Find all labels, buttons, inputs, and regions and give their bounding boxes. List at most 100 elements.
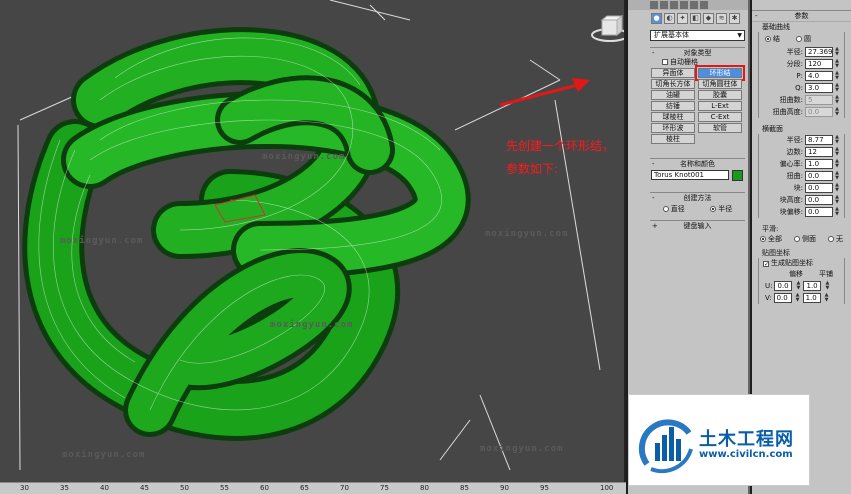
lump-offset-spinner[interactable]: 0.0: [805, 207, 833, 217]
annotation-text: 先创建一个环形结，参数如下:: [506, 139, 615, 176]
segments-spinner[interactable]: 120: [805, 59, 833, 69]
motion-tab-icon[interactable]: [680, 1, 688, 9]
circle-radio[interactable]: 圆: [796, 34, 811, 44]
torus-knot-button[interactable]: 环形结: [695, 65, 745, 81]
smooth-all-radio[interactable]: 全部: [760, 234, 782, 244]
smooth-sides-radio[interactable]: 侧面: [794, 234, 816, 244]
ruler-tick: 90: [500, 484, 509, 492]
base-radius-spinner[interactable]: 27.369: [805, 47, 833, 57]
geometry-icon[interactable]: ●: [651, 13, 662, 24]
q-spinner[interactable]: 3.0: [805, 83, 833, 93]
spinner-arrows-icon[interactable]: ▲ ▼: [834, 95, 840, 105]
collapse-icon: -: [652, 49, 655, 57]
diameter-radio[interactable]: 直径: [662, 204, 685, 214]
auto-grid-checkbox[interactable]: 自动栅格: [650, 57, 745, 67]
eccentricity-spinner[interactable]: 1.0: [805, 159, 833, 169]
chamfer-cyl-button[interactable]: 切角圆柱体: [698, 79, 742, 89]
l-ext-button[interactable]: L-Ext: [698, 101, 742, 111]
smooth-none-radio[interactable]: 无: [828, 234, 843, 244]
oil-tank-button[interactable]: 油罐: [651, 90, 695, 100]
ruler-tick: 55: [220, 484, 229, 492]
spinner-arrows-icon[interactable]: ▲ ▼: [834, 195, 840, 205]
spinner-arrows-icon[interactable]: ▲ ▼: [795, 293, 801, 303]
site-logo: 土木工程网 www.civilcn.com: [628, 394, 810, 486]
u-tiling-spinner[interactable]: 1.0: [803, 281, 822, 291]
base-curve-title: 基础曲线: [762, 23, 790, 31]
hedra-button[interactable]: 异面体: [651, 68, 695, 78]
viewcube-icon: [591, 14, 624, 42]
lump-height-spinner[interactable]: 0.0: [805, 195, 833, 205]
timeline-ruler[interactable]: 30 35 40 45 50 55 60 65 70 75 80 85 90 9…: [0, 482, 626, 494]
section-radius-spinner[interactable]: 8.77: [805, 135, 833, 145]
spinner-arrows-icon[interactable]: ▲ ▼: [834, 47, 840, 57]
creation-method-header[interactable]: - 创建方法: [650, 192, 745, 202]
object-color-swatch[interactable]: [732, 170, 743, 181]
shapes-icon[interactable]: ◐: [664, 13, 675, 24]
ruler-tick: 40: [100, 484, 109, 492]
spinner-arrows-icon[interactable]: ▲ ▼: [834, 171, 840, 181]
ruler-tick: 60: [260, 484, 269, 492]
capsule-button[interactable]: 胶囊: [698, 90, 742, 100]
smooth-title: 平滑:: [762, 225, 779, 233]
warp-height-spinner[interactable]: 0.0: [805, 107, 833, 117]
chamfer-box-button[interactable]: 切角长方体: [651, 79, 695, 89]
spindle-button[interactable]: 纺锤: [651, 101, 695, 111]
ringwave-button[interactable]: 环形波: [651, 123, 695, 133]
checkbox-icon: ✓: [763, 261, 770, 268]
spacewarps-icon[interactable]: ≋: [716, 13, 727, 24]
tiling-label: 平铺: [819, 270, 833, 278]
spinner-arrows-icon[interactable]: ▲ ▼: [834, 59, 840, 69]
generate-mapping-checkbox[interactable]: ✓ 生成贴图坐标: [759, 258, 844, 268]
hose-button[interactable]: 软管: [698, 123, 742, 133]
c-ext-button[interactable]: C-Ext: [698, 112, 742, 122]
utilities-tab-icon[interactable]: [700, 1, 708, 9]
spinner-arrows-icon[interactable]: ▲ ▼: [834, 71, 840, 81]
twist-spinner[interactable]: 0.0: [805, 171, 833, 181]
spinner-arrows-icon[interactable]: ▲ ▼: [834, 159, 840, 169]
spinner-arrows-icon[interactable]: ▲ ▼: [834, 183, 840, 193]
spinner-arrows-icon[interactable]: ▲ ▼: [834, 135, 840, 145]
v-tiling-spinner[interactable]: 1.0: [802, 293, 821, 303]
ruler-tick: 35: [60, 484, 69, 492]
warp-count-spinner[interactable]: 5: [805, 95, 833, 105]
keyboard-entry-header[interactable]: + 键盘输入: [650, 220, 745, 230]
radius-radio[interactable]: 半径: [710, 204, 732, 214]
object-name-input[interactable]: Torus Knot001: [651, 170, 729, 180]
radio-icon: [794, 236, 800, 242]
knot-radio[interactable]: 结: [765, 34, 780, 44]
create-tab-icon[interactable]: [650, 1, 658, 9]
spinner-arrows-icon[interactable]: ▲ ▼: [834, 83, 840, 93]
hierarchy-tab-icon[interactable]: [670, 1, 678, 9]
sides-spinner[interactable]: 12: [805, 147, 833, 157]
prism-button[interactable]: 棱柱: [651, 134, 695, 144]
name-color-header[interactable]: - 名称和颜色: [650, 158, 745, 168]
chevron-down-icon: ▼: [737, 32, 742, 39]
perspective-viewport[interactable]: moxingyun.com moxingyun.com moxingyun.co…: [0, 0, 626, 482]
radio-icon: [765, 36, 771, 42]
radio-icon: [760, 236, 766, 242]
spinner-arrows-icon[interactable]: ▲ ▼: [834, 147, 840, 157]
modify-tab-icon[interactable]: [660, 1, 668, 9]
lights-icon[interactable]: ✦: [677, 13, 688, 24]
spinner-arrows-icon[interactable]: ▲ ▼: [795, 281, 801, 291]
cameras-icon[interactable]: ◧: [690, 13, 701, 24]
ruler-tick: 30: [20, 484, 29, 492]
display-tab-icon[interactable]: [690, 1, 698, 9]
spinner-arrows-icon[interactable]: ▲ ▼: [834, 107, 840, 117]
helpers-icon[interactable]: ◆: [703, 13, 714, 24]
spinner-arrows-icon[interactable]: ▲ ▼: [824, 293, 830, 303]
object-type-header[interactable]: - 对象类型: [650, 47, 745, 57]
name-color-rollout: - 名称和颜色 Torus Knot001: [650, 158, 745, 183]
u-offset-spinner[interactable]: 0.0: [774, 281, 793, 291]
collapse-icon: -: [652, 160, 655, 168]
primitive-type-dropdown[interactable]: 扩展基本体 ▼: [650, 30, 745, 41]
gengon-button[interactable]: 球棱柱: [651, 112, 695, 122]
lumps-spinner[interactable]: 0.0: [805, 183, 833, 193]
systems-icon[interactable]: ✱: [729, 13, 740, 24]
spinner-arrows-icon[interactable]: ▲ ▼: [824, 281, 830, 291]
parameters-header[interactable]: - 参数: [752, 10, 851, 22]
p-spinner[interactable]: 4.0: [805, 71, 833, 81]
watermark: moxingyun.com: [485, 229, 569, 239]
v-offset-spinner[interactable]: 0.0: [773, 293, 792, 303]
spinner-arrows-icon[interactable]: ▲ ▼: [834, 207, 840, 217]
